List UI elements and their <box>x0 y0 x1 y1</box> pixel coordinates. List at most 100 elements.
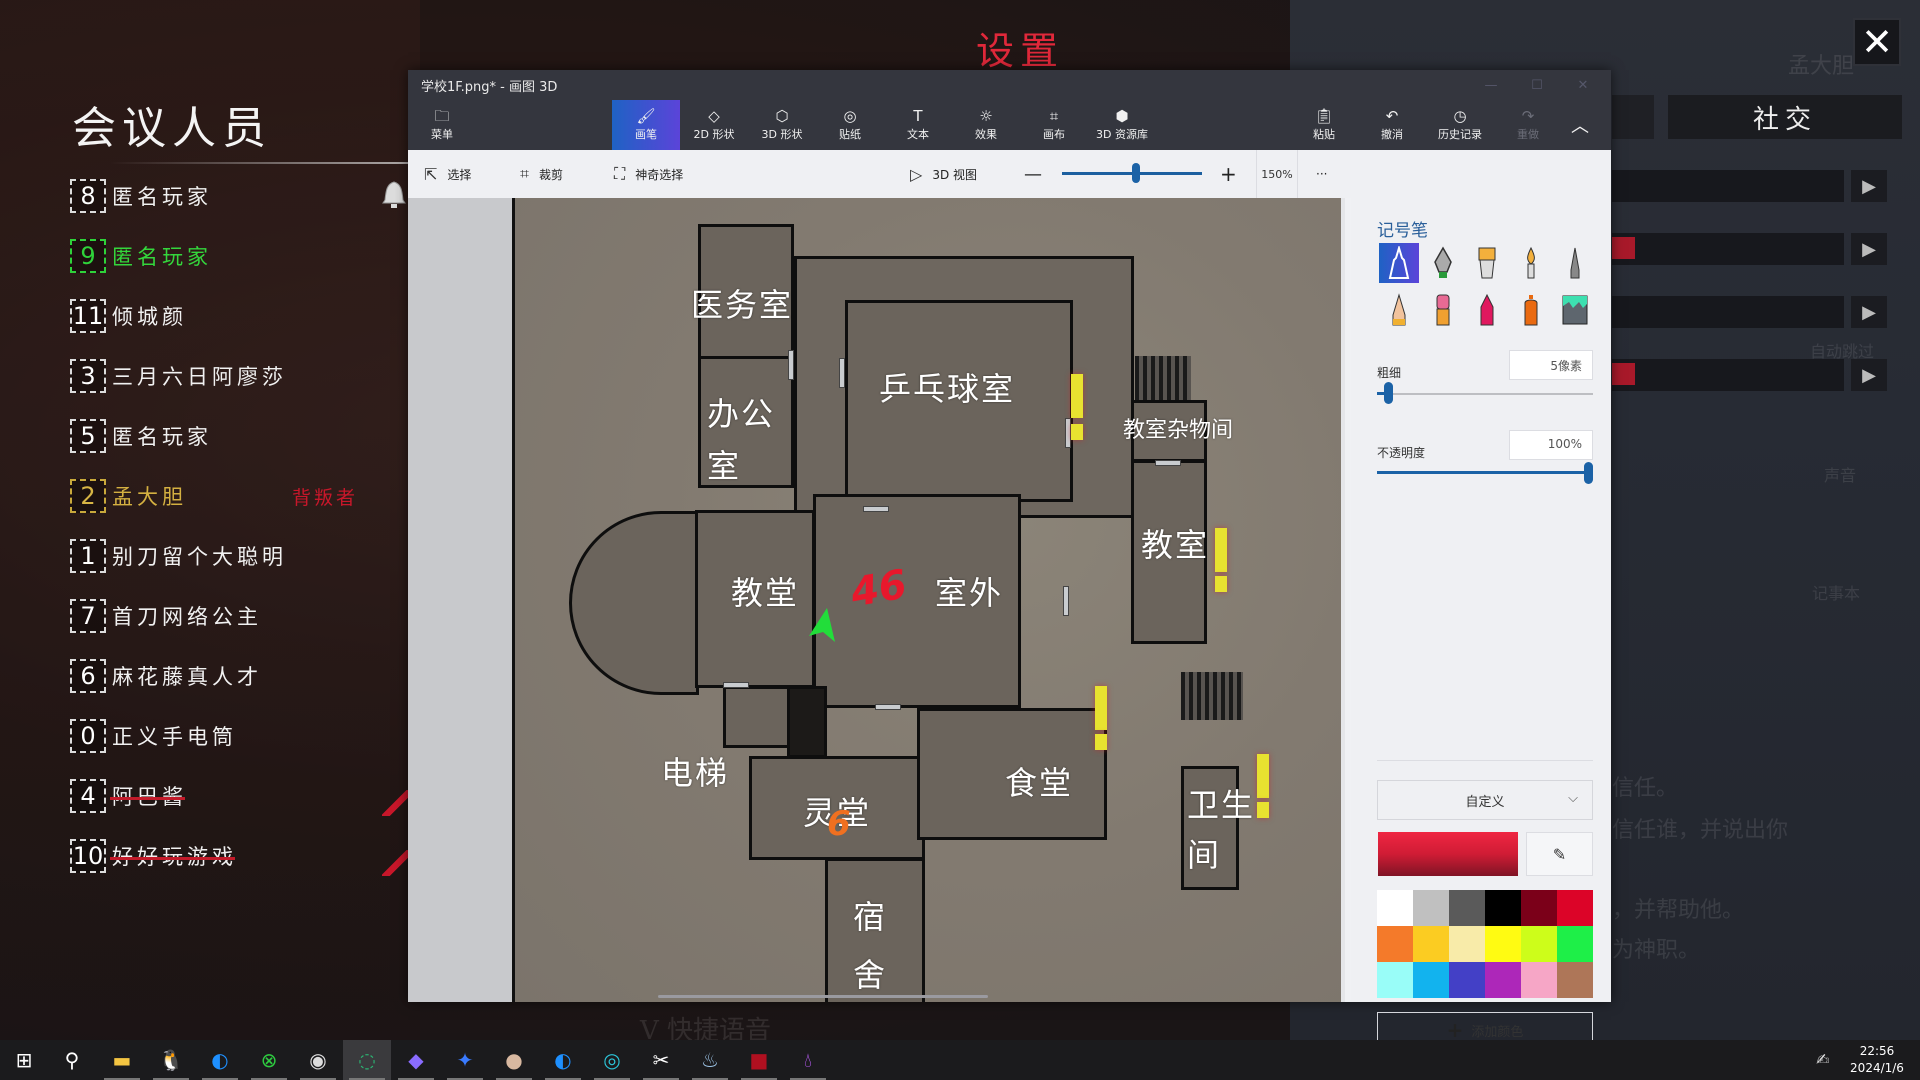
member-row[interactable]: 0 正义手电筒 <box>70 718 410 754</box>
minimize-button[interactable]: — <box>1468 70 1514 100</box>
member-row[interactable]: 6 麻花藤真人才 <box>70 658 410 694</box>
paste-button[interactable]: 📋︎ 粘贴 <box>1290 100 1358 150</box>
ribbon-tool-3d-shapes[interactable]: ⬡ 3D 形状 <box>748 100 816 150</box>
crop-button[interactable]: ⌗ 裁剪 <box>520 150 563 198</box>
close-window-button[interactable]: ✕ <box>1560 70 1606 100</box>
canvas-horizontal-scrollbar[interactable] <box>658 995 988 998</box>
settings-row-2-arrow[interactable]: ▶ <box>1851 233 1887 265</box>
settings-row-4-arrow[interactable]: ▶ <box>1851 359 1887 391</box>
brush-fill[interactable] <box>1555 290 1595 330</box>
color-swatch[interactable] <box>1377 890 1413 926</box>
taskbar-app-game-ring[interactable]: ◎ <box>588 1040 636 1080</box>
zoom-in-button[interactable]: + <box>1220 150 1237 198</box>
ribbon-tool-2d-shapes[interactable]: ◇ 2D 形状 <box>680 100 748 150</box>
brush-watercolor[interactable] <box>1511 243 1551 283</box>
member-row[interactable]: 2 孟大胆 背叛者 <box>70 478 410 514</box>
taskbar-app-copilot[interactable]: ◆ <box>392 1040 440 1080</box>
thickness-slider-thumb[interactable] <box>1383 382 1393 404</box>
select-button[interactable]: ⇱ 选择 <box>424 150 471 198</box>
eyedropper-button[interactable]: ✎ <box>1526 832 1593 876</box>
clock[interactable]: 22:56 2024/1/6 <box>1842 1043 1912 1077</box>
redo-button[interactable]: ↷ 重做 <box>1494 100 1562 150</box>
taskbar-app-start[interactable]: ⊞ <box>0 1040 48 1080</box>
taskbar-app-steam[interactable]: ♨ <box>686 1040 734 1080</box>
settings-row-1-arrow[interactable]: ▶ <box>1851 170 1887 202</box>
brush-spray-can[interactable] <box>1511 290 1551 330</box>
zoom-slider-thumb[interactable] <box>1132 163 1140 183</box>
color-swatch[interactable] <box>1557 926 1593 962</box>
settings-row-2[interactable] <box>1612 233 1844 265</box>
color-swatch[interactable] <box>1449 890 1485 926</box>
color-swatch[interactable] <box>1521 962 1557 998</box>
color-swatch[interactable] <box>1485 890 1521 926</box>
settings-row-1[interactable] <box>1612 170 1844 202</box>
thickness-slider-track[interactable] <box>1377 393 1593 395</box>
taskbar-app-avatar-app[interactable]: ● <box>490 1040 538 1080</box>
color-swatch[interactable] <box>1377 926 1413 962</box>
taskbar-app-game-b[interactable]: ■ <box>735 1040 783 1080</box>
magic-select-button[interactable]: ⛶ 神奇选择 <box>614 150 683 198</box>
thickness-input[interactable]: 5像素 <box>1509 350 1593 380</box>
canvas-vertical-scrollbar[interactable] <box>1341 198 1345 1002</box>
taskbar-app-search[interactable]: ⚲ <box>48 1040 96 1080</box>
zoom-percent[interactable]: 150% <box>1256 150 1298 198</box>
taskbar-app-obs[interactable]: ◉ <box>294 1040 342 1080</box>
brush-calligraphy-pen[interactable] <box>1423 243 1463 283</box>
settings-row-3-arrow[interactable]: ▶ <box>1851 296 1887 328</box>
color-swatch[interactable] <box>1449 926 1485 962</box>
member-row[interactable]: 10 好好玩游戏 <box>70 838 410 874</box>
taskbar-app-browser-b[interactable]: ◐ <box>539 1040 587 1080</box>
3d-view-toggle[interactable]: ▷ 3D 视图 <box>910 150 977 198</box>
brush-oil[interactable] <box>1467 243 1507 283</box>
color-swatch[interactable] <box>1485 926 1521 962</box>
member-row[interactable]: 1 别刀留个大聪明 <box>70 538 410 574</box>
member-row[interactable]: 3 三月六日阿廖莎 <box>70 358 410 394</box>
color-swatch[interactable] <box>1413 962 1449 998</box>
maximize-button[interactable]: ☐ <box>1514 70 1560 100</box>
member-row[interactable]: 11 倾城颜 <box>70 298 410 334</box>
current-color-swatch[interactable] <box>1378 832 1518 876</box>
settings-row-4[interactable] <box>1612 359 1844 391</box>
color-swatch[interactable] <box>1377 962 1413 998</box>
floor-plan-image[interactable]: 医务室 办公室 乒乓球室 教室杂物间 教室 教堂 室外 电梯 灵堂 食堂 卫生间… <box>512 198 1342 1002</box>
tab-social[interactable]: 社交 <box>1668 95 1902 139</box>
undo-button[interactable]: ↶ 撤消 <box>1358 100 1426 150</box>
member-row[interactable]: 7 首刀网络公主 <box>70 598 410 634</box>
member-row[interactable]: 9 匿名玩家 <box>70 238 410 274</box>
taskbar-app-file-explorer[interactable]: ▬ <box>98 1040 146 1080</box>
color-swatch[interactable] <box>1521 926 1557 962</box>
settings-row-3[interactable] <box>1612 296 1844 328</box>
member-row[interactable]: 8 匿名玩家 <box>70 178 410 214</box>
color-swatch[interactable] <box>1413 890 1449 926</box>
ribbon-tool-3d-library[interactable]: ⬢ 3D 资源库 <box>1088 100 1156 150</box>
taskbar-app-xbox[interactable]: ⊗ <box>245 1040 293 1080</box>
taskbar-app-edge[interactable]: ◌ <box>343 1040 391 1080</box>
brush-pencil[interactable] <box>1379 290 1419 330</box>
canvas-area[interactable]: 医务室 办公室 乒乓球室 教室杂物间 教室 教堂 室外 电梯 灵堂 食堂 卫生间… <box>408 198 1345 1002</box>
color-swatch[interactable] <box>1449 962 1485 998</box>
color-mode-dropdown[interactable]: 自定义 ⌵ <box>1377 780 1593 820</box>
zoom-out-button[interactable]: — <box>1024 150 1042 198</box>
brush-pixel-pen[interactable] <box>1555 243 1595 283</box>
color-swatch[interactable] <box>1485 962 1521 998</box>
member-row[interactable]: 5 匿名玩家 <box>70 418 410 454</box>
color-swatch[interactable] <box>1557 890 1593 926</box>
color-swatch[interactable] <box>1557 962 1593 998</box>
ribbon-tool-text[interactable]: T 文本 <box>884 100 952 150</box>
ribbon-tool-canvas[interactable]: ⌗ 画布 <box>1020 100 1088 150</box>
settings-tab-previous[interactable] <box>1612 95 1654 139</box>
taskbar-app-qq[interactable]: 🐧 <box>147 1040 195 1080</box>
collapse-ribbon-button[interactable]: ︿ <box>1558 100 1602 150</box>
ribbon-tool-sticker[interactable]: ◎ 贴纸 <box>816 100 884 150</box>
ribbon-tool-effects[interactable]: ☼ 效果 <box>952 100 1020 150</box>
opacity-slider-thumb[interactable] <box>1584 462 1593 484</box>
color-swatch[interactable] <box>1521 890 1557 926</box>
ribbon-tool-brush[interactable]: 🖌︎ 画笔 <box>612 100 680 150</box>
pen-tray-icon[interactable]: ✍ <box>1816 1050 1829 1069</box>
color-swatch[interactable] <box>1413 926 1449 962</box>
history-button[interactable]: ◷ 历史记录 <box>1426 100 1494 150</box>
taskbar-app-paint3d[interactable]: 💧︎ <box>784 1040 832 1080</box>
brush-marker[interactable] <box>1379 243 1419 283</box>
close-settings-button[interactable]: ✕ <box>1853 18 1901 66</box>
more-options-button[interactable]: ··· <box>1316 150 1327 198</box>
